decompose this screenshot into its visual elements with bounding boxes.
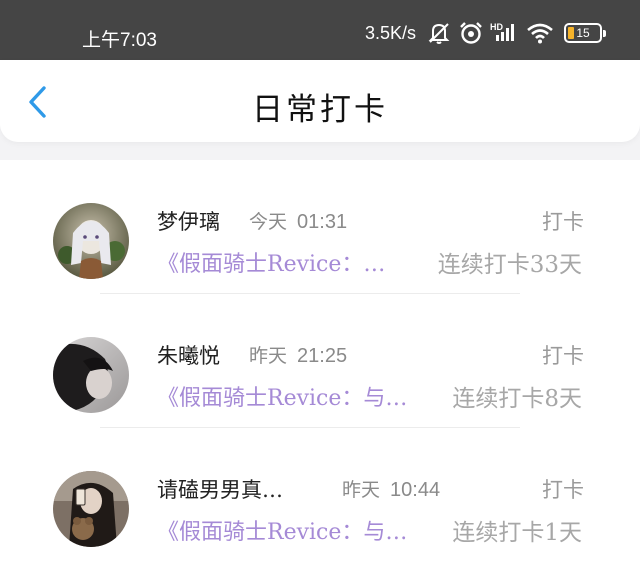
- status-bar: 上午7:03 3.5K/s HD 15: [0, 0, 640, 60]
- checkin-day: 昨天: [342, 479, 381, 501]
- avatar[interactable]: [53, 203, 129, 279]
- avatar[interactable]: [53, 337, 129, 413]
- book-title-link[interactable]: 《假面骑士Revice：与…: [157, 380, 407, 412]
- wifi-icon: [526, 21, 554, 45]
- book-title-link[interactable]: 《假面骑士Revice：与…: [157, 514, 407, 546]
- checkin-action-label: 打卡: [542, 478, 584, 502]
- page-title: 日常打卡: [252, 92, 388, 128]
- status-icons: 3.5K/s HD 15: [364, 21, 606, 45]
- streak-count: 连续打卡1天: [452, 520, 582, 546]
- user-name[interactable]: 请磕男男真…: [157, 474, 283, 504]
- status-time: 上午7:03: [82, 30, 157, 51]
- checkin-day: 今天: [249, 211, 288, 233]
- checkin-action-label: 打卡: [542, 344, 584, 368]
- user-name[interactable]: 朱曦悦: [157, 340, 220, 370]
- checkin-time: 昨天 21:25: [249, 341, 347, 368]
- checkin-action-label: 打卡: [542, 210, 584, 234]
- checkin-list: 梦伊璃 今天 01:31 打卡 《假面骑士Revice：… 连续打卡33天 朱曦…: [0, 160, 640, 572]
- mute-icon: [426, 21, 452, 45]
- checkin-clock: 21:25: [297, 345, 348, 367]
- checkin-clock: 01:31: [297, 211, 348, 233]
- list-item[interactable]: 请磕男男真… 昨天 10:44 打卡 《假面骑士Revice：与… 连续打卡1天: [0, 428, 640, 562]
- avatar[interactable]: [53, 471, 129, 547]
- checkin-time: 昨天 10:44: [342, 475, 440, 502]
- list-item[interactable]: 朱曦悦 昨天 21:25 打卡 《假面骑士Revice：与… 连续打卡8天: [0, 294, 640, 428]
- book-title-link[interactable]: 《假面骑士Revice：…: [157, 246, 385, 278]
- nav-bar: 日常打卡: [0, 60, 640, 142]
- svg-text:HD: HD: [490, 22, 503, 32]
- streak-count: 连续打卡8天: [452, 386, 582, 412]
- list-item[interactable]: 梦伊璃 今天 01:31 打卡 《假面骑士Revice：… 连续打卡33天: [0, 160, 640, 294]
- streak-count: 连续打卡33天: [437, 252, 582, 278]
- user-name[interactable]: 梦伊璃: [157, 206, 220, 236]
- checkin-day: 昨天: [249, 345, 288, 367]
- checkin-time: 今天 01:31: [249, 207, 347, 234]
- hd-signal-icon: HD: [490, 21, 520, 45]
- network-speed: 3.5K/s: [364, 22, 416, 43]
- checkin-clock: 10:44: [390, 479, 441, 501]
- battery-icon: 15: [564, 23, 606, 43]
- alarm-icon: [458, 21, 484, 45]
- battery-level: 15: [576, 26, 590, 40]
